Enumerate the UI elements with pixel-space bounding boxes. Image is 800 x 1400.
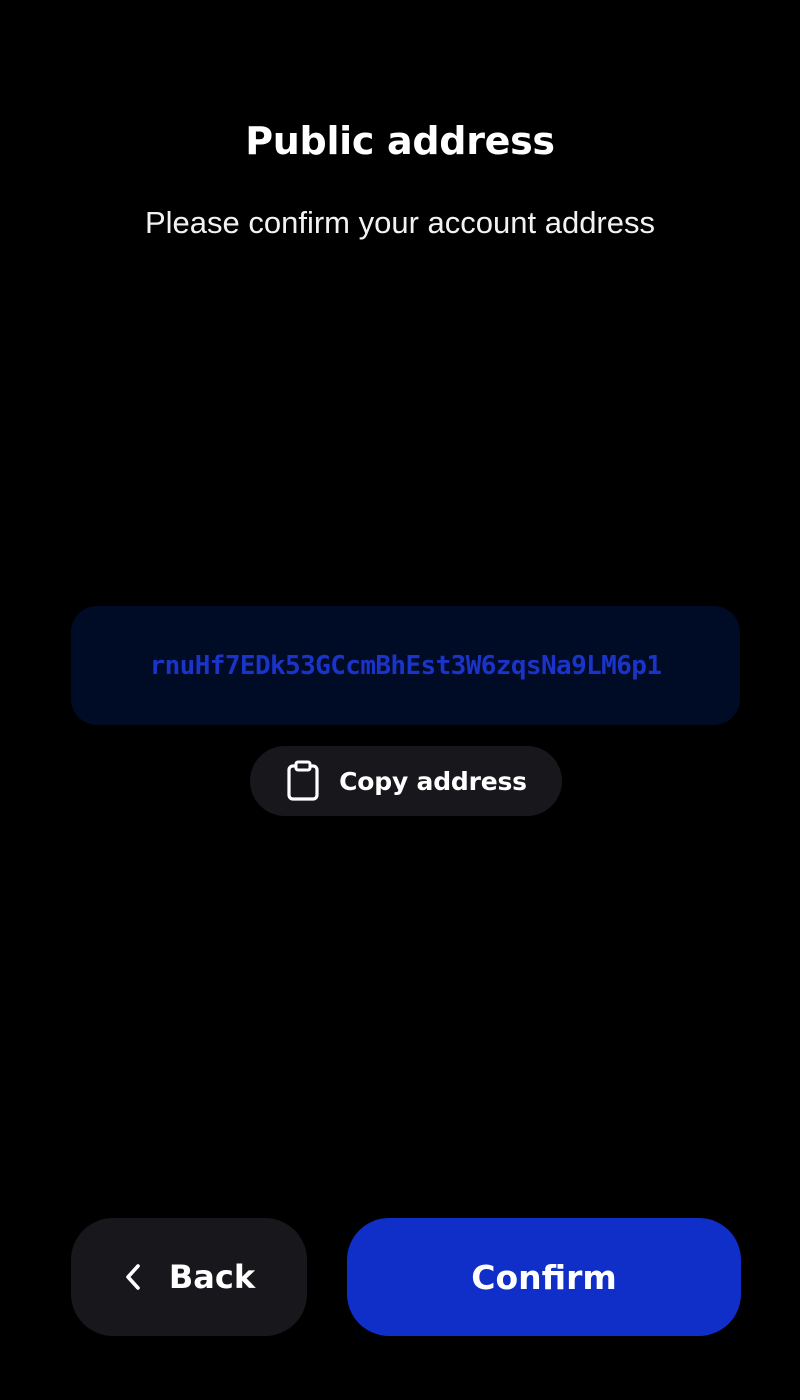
back-button[interactable]: Back [71, 1218, 307, 1336]
copy-address-button[interactable]: Copy address [250, 746, 562, 816]
chevron-left-icon [123, 1262, 145, 1292]
confirm-label: Confirm [471, 1257, 617, 1297]
clipboard-icon [285, 760, 321, 802]
page-title: Public address [245, 119, 555, 163]
public-address-value: rnuHf7EDk53GCcmBhEst3W6zqsNa9LM6p1 [149, 650, 662, 681]
page-subtitle: Please confirm your account address [144, 205, 656, 240]
copy-address-label: Copy address [339, 766, 527, 796]
back-label: Back [168, 1258, 256, 1296]
confirm-button[interactable]: Confirm [347, 1218, 741, 1336]
address-display: rnuHf7EDk53GCcmBhEst3W6zqsNa9LM6p1 [71, 606, 740, 725]
